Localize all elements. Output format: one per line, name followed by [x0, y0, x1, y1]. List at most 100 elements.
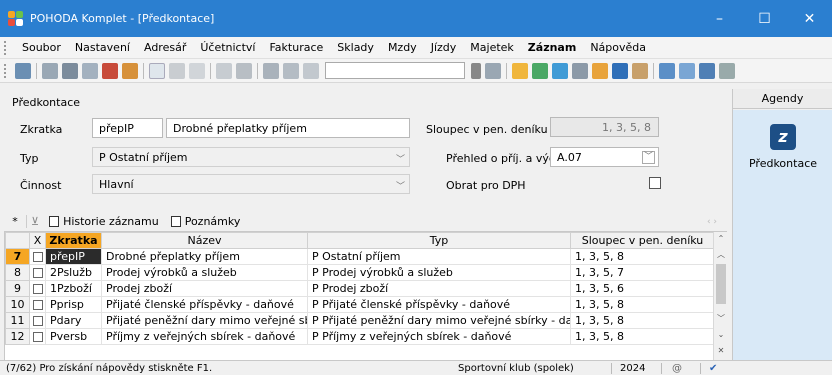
- help-icon[interactable]: [719, 62, 735, 79]
- export-icon[interactable]: [122, 62, 138, 79]
- table-row[interactable]: 9 1Pzboží Prodej zboží P Prodej zboží 1,…: [5, 280, 715, 297]
- column-header-zkratka[interactable]: Zkratka: [45, 232, 102, 249]
- menu-zaznam[interactable]: Záznam: [521, 41, 584, 54]
- save-icon[interactable]: [263, 62, 279, 79]
- tab-historie[interactable]: Historie záznamu: [43, 215, 165, 228]
- table-row[interactable]: 12 Pversb Příjmy z veřejných sbírek - da…: [5, 328, 715, 345]
- pdf-icon[interactable]: [102, 62, 118, 79]
- tile-icon[interactable]: [679, 62, 695, 79]
- row-checkbox-box[interactable]: [32, 300, 43, 310]
- scroll-bottom-icon[interactable]: ⌄: [714, 328, 728, 342]
- agenda-item-predkontace[interactable]: Předkontace: [733, 157, 832, 170]
- cell-nazev: Drobné přeplatky příjem: [101, 248, 308, 265]
- paste-icon[interactable]: [303, 62, 319, 79]
- menu-adresar[interactable]: Adresář: [137, 41, 193, 54]
- table-row[interactable]: 7 přepIP Drobné přeplatky příjem P Ostat…: [5, 248, 715, 265]
- new-record-icon[interactable]: [149, 62, 165, 79]
- tab-filter[interactable]: ⊻: [26, 215, 43, 228]
- column-header-x[interactable]: X: [29, 232, 46, 249]
- iban-icon[interactable]: [612, 62, 628, 79]
- row-checkbox[interactable]: [29, 296, 46, 313]
- table-row[interactable]: 10 Pprisp Přijaté členské příspěvky - da…: [5, 296, 715, 313]
- row-checkbox[interactable]: [29, 280, 46, 297]
- popis-input[interactable]: Drobné přeplatky příjem: [166, 118, 410, 138]
- prehled-label: Přehled o příj. a výd.: [446, 152, 560, 165]
- close-button[interactable]: ✕: [787, 0, 832, 37]
- menu-majetek[interactable]: Majetek: [463, 41, 521, 54]
- tools-icon[interactable]: [632, 62, 648, 79]
- row-checkbox[interactable]: [29, 312, 46, 329]
- cinnost-select[interactable]: Hlavní ﹀: [92, 174, 410, 194]
- print-icon[interactable]: [62, 62, 78, 79]
- calculator-icon[interactable]: [572, 62, 588, 79]
- delete-icon[interactable]: [236, 62, 252, 79]
- chevron-down-icon: ﹀: [395, 155, 405, 165]
- copy-record-icon[interactable]: [189, 62, 205, 79]
- row-checkbox-box[interactable]: [32, 332, 43, 342]
- scroll-up-icon[interactable]: ︿: [714, 248, 728, 262]
- filter-icon[interactable]: [283, 62, 299, 79]
- menu-mzdy[interactable]: Mzdy: [381, 41, 424, 54]
- table-scrollbar[interactable]: ⌃ ︿ ﹀ ⌄ ✕: [713, 232, 727, 360]
- menu-jizdy[interactable]: Jízdy: [424, 41, 464, 54]
- folder-icon[interactable]: [512, 62, 528, 79]
- new-window-icon[interactable]: [42, 62, 58, 79]
- row-checkbox[interactable]: [29, 248, 46, 265]
- row-checkbox-box[interactable]: [32, 284, 43, 294]
- green-disk-icon[interactable]: [532, 62, 548, 79]
- row-checkbox-box[interactable]: [32, 252, 43, 262]
- scroll-thumb[interactable]: [716, 264, 726, 304]
- group-title: Předkontace: [12, 96, 81, 109]
- scroll-top-icon[interactable]: ⌃: [714, 232, 728, 246]
- row-checkbox[interactable]: [29, 264, 46, 281]
- edit-icon[interactable]: [169, 62, 185, 79]
- cell-zkratka: Pprisp: [45, 296, 102, 313]
- cinnost-label: Činnost: [20, 179, 62, 192]
- status-year: 2024: [611, 362, 645, 374]
- menu-sklady[interactable]: Sklady: [330, 41, 381, 54]
- blue-doc-icon[interactable]: [552, 62, 568, 79]
- minimize-button[interactable]: –: [697, 0, 742, 37]
- tab-star[interactable]: *: [4, 215, 26, 228]
- row-number-header: [5, 232, 30, 249]
- menu-fakturace[interactable]: Fakturace: [262, 41, 330, 54]
- contacts-icon[interactable]: [592, 62, 608, 79]
- typ-select[interactable]: P Ostatní příjem ﹀: [92, 147, 410, 167]
- agenda-icon[interactable]: [15, 62, 31, 79]
- quick-search-input[interactable]: [325, 62, 465, 79]
- menu-nastaveni[interactable]: Nastavení: [68, 41, 137, 54]
- maximize-button[interactable]: ☐: [742, 0, 787, 37]
- column-header-nazev[interactable]: Název: [101, 232, 308, 249]
- predkontace-agenda-icon[interactable]: z: [770, 124, 796, 150]
- prehled-select[interactable]: A.07 ﹀: [550, 147, 659, 167]
- row-checkbox-box[interactable]: [32, 268, 43, 278]
- row-number: 10: [5, 296, 30, 313]
- menu-napoveda[interactable]: Nápověda: [583, 41, 653, 54]
- column-header-sloupec[interactable]: Sloupec v pen. deníku: [570, 232, 715, 249]
- zkratka-input[interactable]: přepIP: [92, 118, 163, 138]
- cinnost-select-value: Hlavní: [99, 177, 134, 191]
- menu-soubor[interactable]: Soubor: [15, 41, 68, 54]
- typ-label: Typ: [20, 152, 39, 165]
- obrat-checkbox[interactable]: [649, 177, 661, 189]
- column-header-typ[interactable]: Typ: [307, 232, 571, 249]
- table-row[interactable]: 8 2Pslužb Prodej výrobků a služeb P Prod…: [5, 264, 715, 281]
- back-arrow-icon[interactable]: [216, 62, 232, 79]
- search-dropdown-icon[interactable]: [471, 62, 481, 79]
- cascade-icon[interactable]: [699, 62, 715, 79]
- row-checkbox-box[interactable]: [32, 316, 43, 326]
- predkontace-form: Předkontace Zkratka přepIP Drobné přepla…: [9, 90, 727, 205]
- toolbar: [0, 59, 832, 83]
- cell-zkratka: 1Pzboží: [45, 280, 102, 297]
- filter-funnel-icon[interactable]: [485, 62, 501, 79]
- menu-ucetnictvi[interactable]: Účetnictví: [193, 41, 262, 54]
- window-icon[interactable]: [659, 62, 675, 79]
- scroll-down-icon[interactable]: ﹀: [714, 312, 728, 326]
- row-checkbox[interactable]: [29, 328, 46, 345]
- table-row[interactable]: 11 Pdary Přijaté peněžní dary mimo veřej…: [5, 312, 715, 329]
- preview-icon[interactable]: [82, 62, 98, 79]
- scroll-close-icon[interactable]: ✕: [714, 344, 728, 358]
- cell-zkratka: Pdary: [45, 312, 102, 329]
- tab-scroll-arrows-icon[interactable]: ‹ ›: [707, 217, 717, 227]
- tab-poznamky[interactable]: Poznámky: [165, 215, 247, 228]
